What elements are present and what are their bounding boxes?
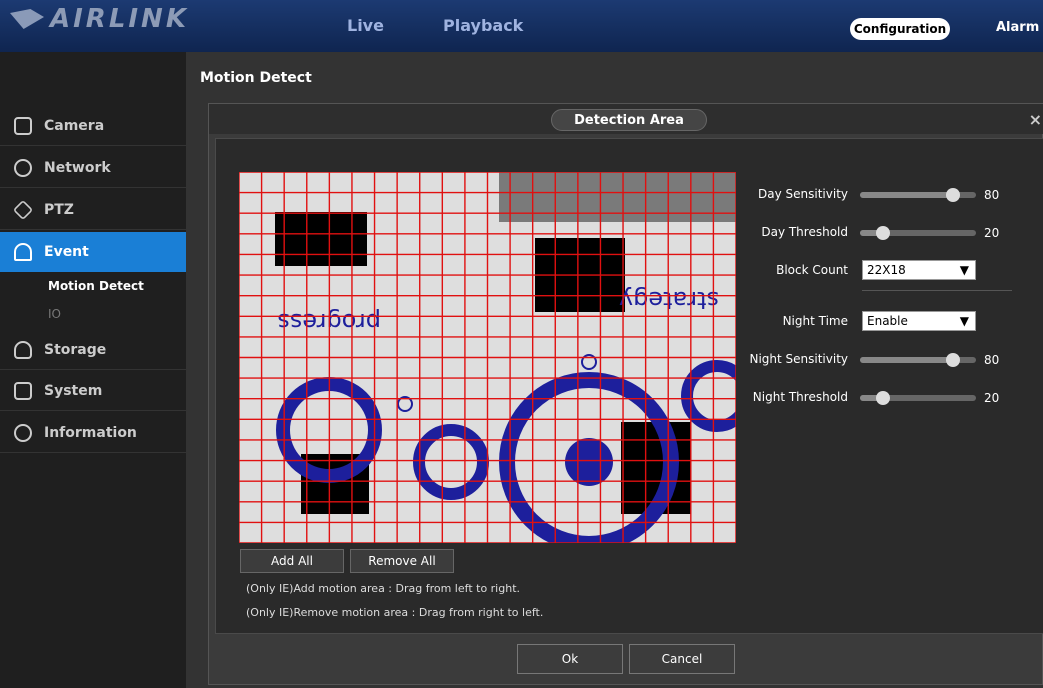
sidebar-item-label: System <box>44 382 103 399</box>
night-time-label: Night Time <box>782 314 848 328</box>
sidebar-item-system[interactable]: System <box>0 371 186 411</box>
night-threshold-value: 20 <box>984 391 1000 405</box>
chevron-down-icon: ▼ <box>959 263 969 277</box>
logo-icon <box>10 9 44 29</box>
cancel-button[interactable]: Cancel <box>629 644 735 674</box>
slider-fill <box>860 357 953 363</box>
brand-name: AIRLINK <box>50 4 189 34</box>
video-preview: progress strategy <box>239 172 736 543</box>
motion-grid-video[interactable]: progress strategy <box>239 172 736 543</box>
dialog-title: Detection Area <box>551 109 707 131</box>
day-threshold-label: Day Threshold <box>761 225 848 239</box>
sidebar-item-camera[interactable]: Camera <box>0 106 186 146</box>
logo: AIRLINK <box>10 4 189 34</box>
night-threshold-label: Night Threshold <box>752 390 848 404</box>
sidebar-item-event[interactable]: Event <box>0 232 196 272</box>
alarm-icon <box>14 243 32 261</box>
nav-playback[interactable]: Playback <box>443 16 523 35</box>
divider <box>862 290 1012 291</box>
ptz-icon <box>12 199 34 220</box>
close-icon[interactable]: × <box>1029 110 1042 129</box>
sidebar-item-information[interactable]: Information <box>0 413 186 453</box>
dialog-header: Detection Area × <box>209 104 1043 134</box>
hint-add-area: (Only IE)Add motion area : Drag from lef… <box>246 582 521 595</box>
slider-fill <box>860 192 953 198</box>
page-title: Motion Detect <box>200 70 312 86</box>
night-threshold-slider[interactable] <box>860 391 976 405</box>
sidebar-subitem-io[interactable]: IO <box>48 307 61 321</box>
svg-text:strategy: strategy <box>619 286 719 314</box>
alarm-link[interactable]: Alarm <box>996 20 1039 35</box>
chevron-down-icon: ▼ <box>959 314 969 328</box>
day-sensitivity-slider[interactable] <box>860 188 976 202</box>
remove-all-button[interactable]: Remove All <box>350 549 454 573</box>
top-bar: AIRLINK Live Playback Configuration Alar… <box>0 0 1043 52</box>
day-sensitivity-value: 80 <box>984 188 1000 202</box>
configuration-button[interactable]: Configuration <box>850 18 950 40</box>
storage-icon <box>14 340 32 359</box>
sidebar-item-network[interactable]: Network <box>0 148 186 188</box>
sidebar-item-label: Camera <box>44 117 105 134</box>
sidebar-item-label: PTZ <box>44 201 74 218</box>
sidebar-item-label: Event <box>44 244 89 260</box>
day-threshold-value: 20 <box>984 226 1000 240</box>
system-icon <box>14 381 32 400</box>
sidebar-item-label: Network <box>44 159 111 176</box>
select-value: Enable <box>867 314 908 328</box>
block-count-label: Block Count <box>776 263 848 277</box>
hint-remove-area: (Only IE)Remove motion area : Drag from … <box>246 606 544 619</box>
nav-live[interactable]: Live <box>347 16 384 35</box>
add-all-button[interactable]: Add All <box>240 549 344 573</box>
night-time-select[interactable]: Enable ▼ <box>862 311 976 331</box>
network-icon <box>14 158 32 177</box>
sidebar-item-label: Storage <box>44 341 107 358</box>
ok-button[interactable]: Ok <box>517 644 623 674</box>
info-icon <box>14 423 32 442</box>
slider-knob[interactable] <box>945 353 960 367</box>
select-value: 22X18 <box>867 263 906 277</box>
slider-knob[interactable] <box>945 188 960 202</box>
sidebar-subitem-motion-detect[interactable]: Motion Detect <box>48 279 144 293</box>
day-sensitivity-label: Day Sensitivity <box>758 187 848 201</box>
night-sensitivity-slider[interactable] <box>860 353 976 367</box>
sidebar-item-ptz[interactable]: PTZ <box>0 190 186 230</box>
sidebar: Camera Network PTZ Event Motion Detect I… <box>0 52 196 688</box>
night-sensitivity-label: Night Sensitivity <box>749 352 848 366</box>
block-count-select[interactable]: 22X18 ▼ <box>862 260 976 280</box>
sidebar-item-label: Information <box>44 424 137 441</box>
night-sensitivity-value: 80 <box>984 353 1000 367</box>
camera-icon <box>14 116 32 135</box>
sidebar-item-storage[interactable]: Storage <box>0 330 186 370</box>
day-threshold-slider[interactable] <box>860 226 976 240</box>
